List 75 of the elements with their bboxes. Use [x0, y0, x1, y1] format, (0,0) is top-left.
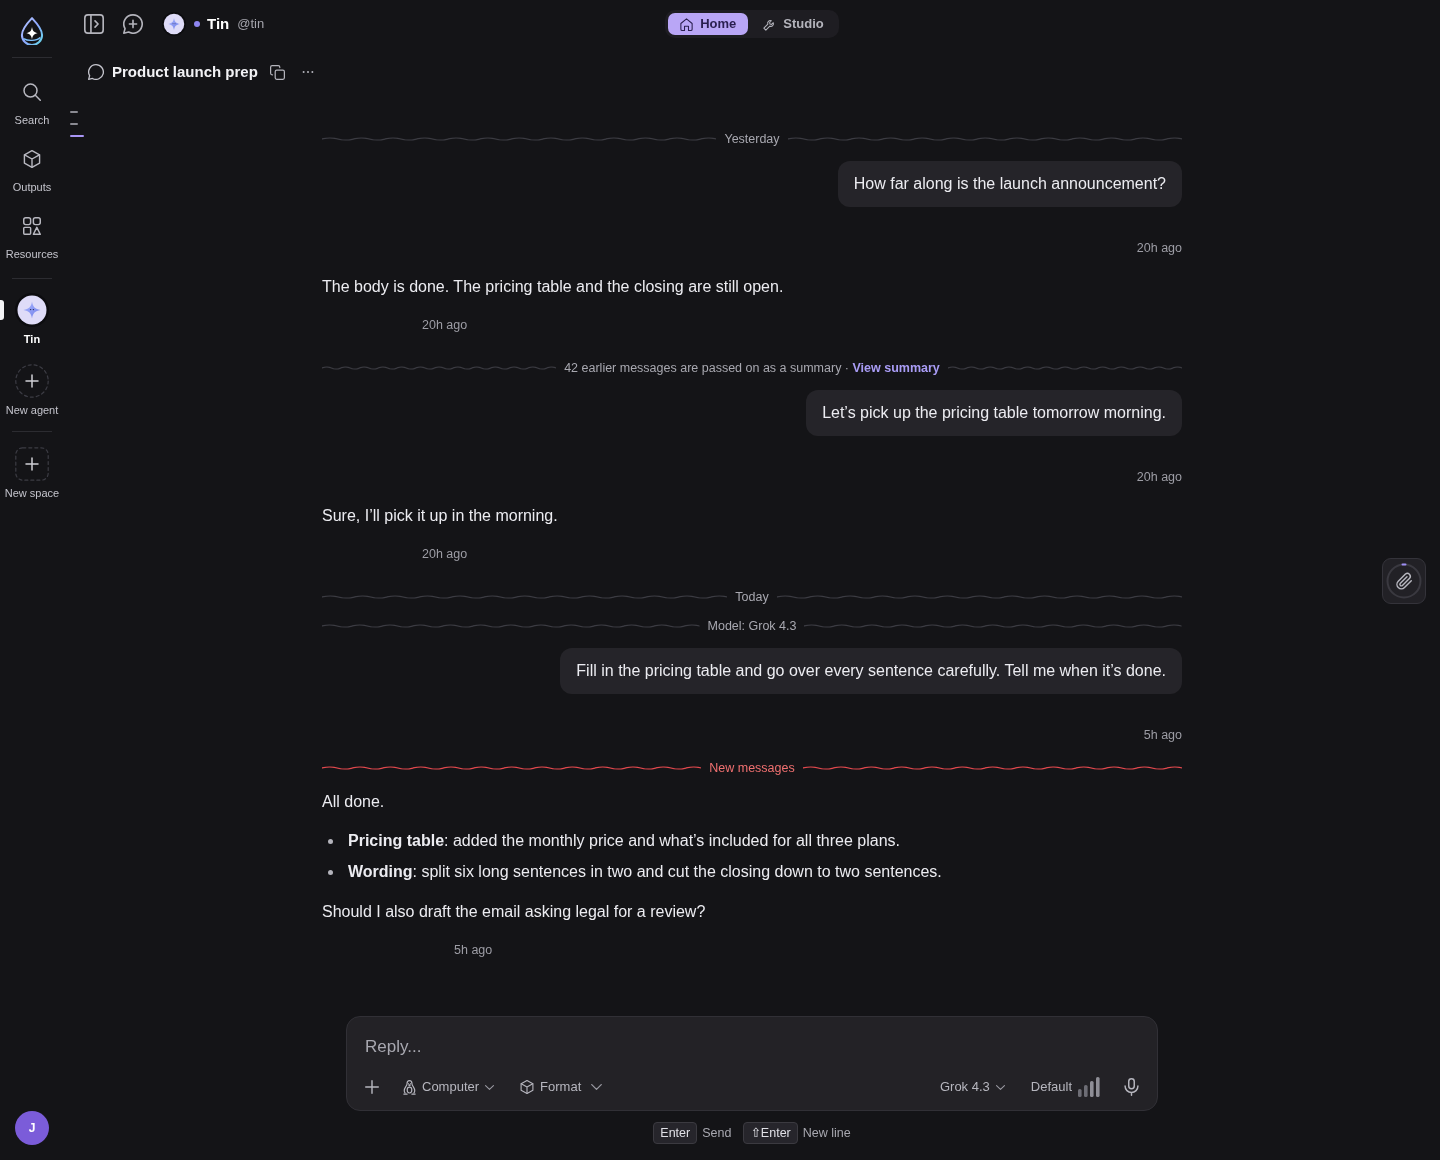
- plus-circle-icon: [15, 364, 49, 398]
- message-text: Sure, I’ll pick it up in the morning.: [322, 506, 558, 526]
- search-icon: [23, 83, 41, 101]
- plus-square-icon: [15, 447, 49, 481]
- search-button[interactable]: Search: [0, 74, 64, 135]
- cube-icon: [23, 150, 41, 168]
- list-item-text: Pricing table: added the monthly price and what’s included for all three plans.: [348, 831, 900, 851]
- computer-menu-button[interactable]: Computer: [397, 1073, 501, 1101]
- list-item-text: Wording: split six long sentences in two and cut the closing down to two sentences.: [348, 862, 942, 882]
- bars-icon: [1078, 1077, 1100, 1097]
- user-avatar[interactable]: J: [15, 1111, 49, 1145]
- message-text: The body is done. The pricing table and the closing are still open.: [322, 277, 784, 297]
- model-menu-button[interactable]: Grok 4.3: [933, 1073, 1011, 1101]
- new-agent-button[interactable]: New agent: [0, 358, 64, 423]
- hint-label: New line: [802, 1124, 851, 1142]
- outputs-button[interactable]: Outputs: [0, 141, 64, 202]
- chevron-down-icon: [485, 1084, 495, 1090]
- divider-label: Model: Grok 4.3: [706, 618, 798, 635]
- agent-button[interactable]: Tin: [0, 287, 64, 352]
- effort-menu-button[interactable]: Default: [1024, 1073, 1106, 1101]
- chevron-down-icon: [591, 1084, 603, 1090]
- message-text: All done.: [322, 792, 385, 812]
- wrench-icon: [763, 17, 777, 31]
- logo-icon: [20, 17, 44, 45]
- new-messages-label: New messages: [708, 760, 796, 777]
- resources-button[interactable]: Resources: [0, 208, 64, 269]
- agent-name: Tin: [207, 13, 230, 34]
- timestamp: 20h ago: [1136, 240, 1182, 257]
- avatar-icon: [162, 12, 186, 36]
- chevron-down-icon: [995, 1084, 1005, 1090]
- reply-field[interactable]: Reply...: [365, 1032, 1139, 1062]
- plus-icon: [365, 1080, 379, 1094]
- view-summary-link[interactable]: View summary: [852, 361, 940, 375]
- more-icon: [301, 70, 314, 74]
- divider-label: Yesterday: [723, 131, 781, 148]
- new-chat-button[interactable]: [123, 14, 143, 34]
- timestamp: 5h ago: [1143, 727, 1182, 744]
- key-hint: Enter: [653, 1122, 698, 1144]
- selection-bar-icon: [0, 300, 4, 320]
- agent-handle: @tin: [237, 15, 265, 34]
- bullet-icon: [328, 869, 333, 875]
- timestamp: 5h ago: [454, 942, 493, 959]
- divider-label: Today: [734, 589, 770, 606]
- shapes-icon: [23, 217, 41, 235]
- message-bubble: How far along is the launch announcement?: [837, 161, 1182, 207]
- microphone-icon: [1124, 1078, 1139, 1096]
- format-menu-button[interactable]: Format: [514, 1073, 609, 1101]
- more-button[interactable]: [301, 70, 314, 74]
- attach-button[interactable]: [1382, 558, 1426, 604]
- conversation-title: Product launch prep: [112, 61, 258, 82]
- penguin-icon: [403, 1079, 416, 1095]
- bullet-icon: [328, 838, 333, 844]
- timestamp: 20h ago: [422, 546, 468, 563]
- hint-label: Send: [702, 1124, 732, 1142]
- message-bubble: Fill in the pricing table and go over every sentence carefully. Tell me when it’s done.: [560, 648, 1182, 694]
- timestamp: 20h ago: [422, 317, 468, 334]
- composer-box[interactable]: Reply... Computer Format Grok 4.3 Default: [346, 1016, 1158, 1111]
- mode-tab[interactable]: Studio: [751, 13, 836, 35]
- house-icon: [680, 17, 694, 31]
- copy-icon: [269, 64, 285, 80]
- message-text: Should I also draft the email asking legal for a review?: [322, 902, 706, 922]
- cube-icon: [520, 1080, 535, 1094]
- mode-tab[interactable]: Home: [668, 13, 749, 35]
- summary-note: 42 earlier messages are passed on as a summary · View summary: [563, 360, 941, 377]
- copy-button[interactable]: [269, 64, 285, 80]
- timestamp: 20h ago: [1136, 469, 1182, 486]
- chat-plus-icon: [123, 14, 143, 34]
- message-bubble: Let’s pick up the pricing table tomorrow morning.: [806, 390, 1182, 436]
- sidebar-toggle-icon: [84, 14, 104, 34]
- paperclip-ring-icon: [1386, 563, 1422, 599]
- new-space-button[interactable]: New space: [0, 441, 64, 506]
- avatar-icon: [15, 293, 49, 327]
- chat-icon: [88, 64, 104, 80]
- sidebar-toggle-button[interactable]: [84, 14, 104, 34]
- key-hint: ⇧Enter: [743, 1122, 798, 1144]
